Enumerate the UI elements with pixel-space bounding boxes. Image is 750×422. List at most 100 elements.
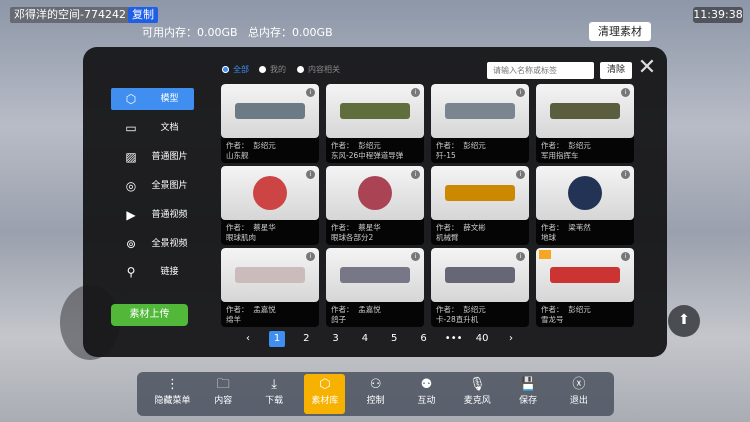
info-icon[interactable]: i xyxy=(411,88,420,97)
sidebar-item-label: 模型 xyxy=(160,94,179,104)
page-button[interactable]: 3 xyxy=(328,331,344,347)
card-name: 眼球各部分2 xyxy=(331,233,374,242)
toolbar-button[interactable]: ⬡ 素材库 xyxy=(304,374,346,414)
space-title: 邓得洋的空间-774242 xyxy=(10,7,130,23)
copy-button[interactable]: 复制 xyxy=(128,7,158,23)
material-card[interactable]: i 作者： 彭绍元 卡-28直升机 xyxy=(431,248,529,327)
sidebar-item[interactable]: ▶ 普通视频 xyxy=(111,204,194,226)
material-card[interactable]: i 作者： 彭绍元 军用指挥车 xyxy=(536,84,634,163)
filter-label: 内容相关 xyxy=(308,65,340,74)
toolbar-label: 下载 xyxy=(265,396,284,406)
material-card[interactable]: i 作者： 彭绍元 雪龙号 xyxy=(536,248,634,327)
model-thumbnail: i xyxy=(326,84,424,138)
card-name: 地球 xyxy=(541,233,556,242)
sidebar-item-label: 普通图片 xyxy=(151,152,188,162)
more-icon: ⋮ xyxy=(166,377,179,392)
memory-info: 可用内存：0.00GB 总内存：0.00GB xyxy=(142,26,333,39)
filter-label: 我的 xyxy=(270,65,286,74)
cube-icon: ⬡ xyxy=(319,377,331,392)
info-icon[interactable]: i xyxy=(621,170,630,179)
sidebar-item[interactable]: ⬡ 模型 xyxy=(111,88,194,110)
toolbar-button[interactable]: ⓧ 退出 xyxy=(558,374,599,414)
cube-icon: ⬡ xyxy=(125,92,137,106)
upload-arrow-button[interactable]: ⬆ xyxy=(668,305,700,337)
material-card[interactable]: i 作者： 薛文彬 机械臂 xyxy=(431,166,529,245)
info-icon[interactable]: i xyxy=(411,252,420,261)
sidebar-item[interactable]: ⚲ 链接 xyxy=(111,261,194,283)
sidebar-item[interactable]: ▭ 文档 xyxy=(111,117,194,139)
upload-material-button[interactable]: 素材上传 xyxy=(111,304,188,326)
panorama-360-icon: ◎ xyxy=(125,179,137,193)
toolbar-button[interactable]: 💾 保存 xyxy=(508,374,549,414)
clear-button[interactable]: 清除 xyxy=(600,62,632,79)
info-icon[interactable]: i xyxy=(621,252,630,261)
page-button[interactable]: 4 xyxy=(357,331,373,347)
panorama-video-icon: ⊚ xyxy=(125,237,137,251)
microphone-icon: 🎙 xyxy=(469,377,486,392)
featured-tag-icon xyxy=(539,250,551,259)
filter-radio[interactable]: 我的 xyxy=(259,64,286,76)
sidebar-item[interactable]: ⊚ 全景视频 xyxy=(111,233,194,255)
material-card[interactable]: i 作者： 蔡星华 眼球肌肉 xyxy=(221,166,319,245)
info-icon[interactable]: i xyxy=(516,252,525,261)
sidebar-item[interactable]: ◎ 全景图片 xyxy=(111,175,194,197)
card-name: 军用指挥车 xyxy=(541,151,579,160)
card-name: 鸽子 xyxy=(331,315,346,324)
model-thumbnail: i xyxy=(326,166,424,220)
info-icon[interactable]: i xyxy=(516,88,525,97)
info-icon[interactable]: i xyxy=(306,88,315,97)
material-card[interactable]: i 作者： 梁苇然 地球 xyxy=(536,166,634,245)
clean-materials-button[interactable]: 清理素材 xyxy=(589,22,651,41)
page-button[interactable]: ••• xyxy=(445,331,463,347)
page-button[interactable]: 2 xyxy=(298,331,314,347)
upload-icon: ⬆ xyxy=(678,312,690,328)
info-icon[interactable]: i xyxy=(306,170,315,179)
material-card[interactable]: i 作者： 彭绍元 歼-15 xyxy=(431,84,529,163)
toolbar-button[interactable]: ⋮ 隐藏菜单 xyxy=(152,374,193,414)
model-thumbnail: i xyxy=(431,166,529,220)
material-card[interactable]: i 作者： 彭绍元 山东舰 xyxy=(221,84,319,163)
material-card[interactable]: i 作者： 孟嘉悦 鸽子 xyxy=(326,248,424,327)
close-icon[interactable]: ✕ xyxy=(637,57,657,79)
toolbar-label: 素材库 xyxy=(311,396,339,406)
radio-dot xyxy=(259,66,266,73)
toolbar-label: 保存 xyxy=(519,396,538,406)
sidebar-item[interactable]: ▨ 普通图片 xyxy=(111,146,194,168)
page-button[interactable]: 1 xyxy=(269,331,285,347)
folder-icon: 🗀 xyxy=(216,377,230,392)
material-card[interactable]: i 作者： 孟嘉悦 绵羊 xyxy=(221,248,319,327)
filter-radio[interactable]: 全部 xyxy=(222,64,249,76)
sidebar-item-label: 文档 xyxy=(160,123,179,133)
info-icon[interactable]: i xyxy=(306,252,315,261)
material-card[interactable]: i 作者： 蔡星华 眼球各部分2 xyxy=(326,166,424,245)
toolbar-button[interactable]: 🗀 内容 xyxy=(203,374,244,414)
search-input[interactable] xyxy=(487,62,594,79)
radio-dot xyxy=(297,66,304,73)
prev-page-button[interactable]: ‹ xyxy=(240,331,256,347)
material-card[interactable]: i 作者： 彭绍元 东风-26中程弹道导弹 xyxy=(326,84,424,163)
toolbar-button[interactable]: 🎙 麦克风 xyxy=(457,374,498,414)
info-icon[interactable]: i xyxy=(516,170,525,179)
page-button[interactable]: 6 xyxy=(416,331,432,347)
radio-dot xyxy=(222,66,229,73)
card-name: 绵羊 xyxy=(226,315,241,324)
toolbar-button[interactable]: ⚉ 互动 xyxy=(406,374,447,414)
toolbar-label: 互动 xyxy=(417,396,436,406)
filter-radio[interactable]: 内容相关 xyxy=(297,64,340,76)
sidebar-item-label: 链接 xyxy=(160,267,179,277)
next-page-button[interactable]: › xyxy=(503,331,519,347)
page-button[interactable]: 40 xyxy=(474,331,490,347)
people-icon: ⚉ xyxy=(420,377,433,392)
image-icon: ▨ xyxy=(125,150,137,164)
sidebar-item-label: 全景图片 xyxy=(151,181,188,191)
info-icon[interactable]: i xyxy=(411,170,420,179)
toolbar-button[interactable]: ⤓ 下载 xyxy=(254,374,295,414)
clock: 11:39:38 xyxy=(693,7,743,23)
info-icon[interactable]: i xyxy=(621,88,630,97)
card-name: 卡-28直升机 xyxy=(436,315,479,324)
page-button[interactable]: 5 xyxy=(386,331,402,347)
model-thumbnail: i xyxy=(221,166,319,220)
toolbar-label: 控制 xyxy=(366,396,385,406)
card-name: 东风-26中程弹道导弹 xyxy=(331,151,404,160)
toolbar-button[interactable]: ⚇ 控制 xyxy=(355,374,396,414)
